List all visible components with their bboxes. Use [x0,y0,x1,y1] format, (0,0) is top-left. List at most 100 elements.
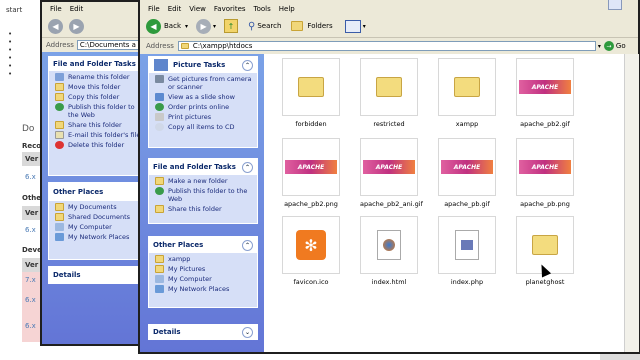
file-thumbnail[interactable]: APACHE [516,58,574,116]
back-address-input[interactable]: C:\Documents a [76,40,141,50]
task-share-folder[interactable]: Share this folder [155,205,257,213]
details-header[interactable]: Details ⌄ [149,325,257,339]
place-xampp[interactable]: xampp [155,255,257,263]
file-name-label: favicon.ico [293,278,329,286]
back-dropdown-icon[interactable]: ▾ [185,23,188,30]
back-other-places-header[interactable]: Other Places [49,183,147,201]
back-details-header[interactable]: Details [49,267,147,283]
file-item[interactable]: APACHE apache_pb2_ani.gif [360,138,423,208]
collapse-chevron-icon[interactable]: ⌃ [242,59,253,71]
back-explorer-window[interactable]: File Edit ◀ ▶ Address C:\Documents a Fil… [40,0,154,346]
task-publish-web[interactable]: Publish this folder to the Web [55,103,147,119]
task-label: Publish this folder to the Web [168,187,248,203]
other-places-header[interactable]: Other Places ⌃ [149,237,257,253]
folders-icon[interactable] [291,21,304,31]
file-item[interactable]: index.html [360,216,418,286]
back-arrow-icon[interactable]: ◀ [48,18,63,34]
task-publish-folder[interactable]: Publish this folder to the Web [155,187,257,203]
task-get-pictures[interactable]: Get pictures from camera or scanner [155,75,257,91]
back-other-places-title: Other Places [53,188,104,196]
bg-version-link-2[interactable]: 6.x [25,226,36,234]
file-thumbnail[interactable]: APACHE [438,138,496,196]
place-my-network[interactable]: My Network Places [55,233,147,241]
share-folder-icon [55,121,64,129]
collapse-chevron-icon[interactable]: ⌃ [242,239,253,251]
bg-version-link-4[interactable]: 6.x [25,296,36,304]
place-my-documents[interactable]: My Documents [55,203,147,211]
file-item[interactable]: restricted [360,58,418,128]
file-thumbnail[interactable] [360,58,418,116]
file-thumbnail[interactable]: ✻ [282,216,340,274]
go-button-label[interactable]: Go [616,42,626,50]
file-item[interactable]: APACHE apache_pb.png [516,138,574,208]
back-panel-header[interactable]: File and Folder Tasks [49,57,147,71]
up-folder-icon[interactable]: ↑ [224,19,239,33]
bg-version-link-5[interactable]: 6.x [25,322,36,330]
cd-icon [155,123,164,131]
task-email-files[interactable]: E-mail this folder's files [55,131,147,139]
back-button-icon[interactable]: ◀ [146,18,161,34]
file-item[interactable]: xampp [438,58,496,128]
menu-help[interactable]: Help [279,5,295,13]
file-item[interactable]: index.php [438,216,496,286]
task-copy-to-cd[interactable]: Copy all items to CD [155,123,257,131]
file-thumbnail[interactable] [360,216,418,274]
task-delete-folder[interactable]: Delete this folder [55,141,147,149]
menu-edit[interactable]: Edit [168,5,182,13]
picture-tasks-header[interactable]: Picture Tasks ⌃ [149,57,257,73]
vertical-scrollbar[interactable] [624,54,639,352]
address-input[interactable]: C:\xampp\htdocs [177,41,596,51]
views-dropdown-icon[interactable]: ▾ [363,23,366,30]
file-thumbnail[interactable] [438,58,496,116]
go-arrow-icon[interactable]: → [603,41,614,51]
bg-version-link[interactable]: 6.x [25,173,36,181]
place-my-computer[interactable]: My Computer [55,223,147,231]
back-details-title: Details [53,271,81,279]
expand-chevron-icon[interactable]: ⌄ [242,326,253,338]
place-my-network[interactable]: My Network Places [155,285,257,293]
views-icon[interactable] [344,19,361,33]
file-thumbnail[interactable]: APACHE [282,138,340,196]
file-item[interactable]: ✻ favicon.ico [282,216,340,286]
xampp-logo-icon: ✻ [296,230,326,260]
back-menu-edit[interactable]: Edit [70,5,84,13]
back-button-label[interactable]: Back [164,22,181,30]
file-name-label: apache_pb.png [520,200,570,208]
search-button-label[interactable]: Search [257,22,281,30]
file-folder-tasks-header[interactable]: File and Folder Tasks ⌃ [149,159,257,175]
task-copy-folder[interactable]: Copy this folder [55,93,147,101]
menu-favorites[interactable]: Favorites [214,5,246,13]
explorer-window[interactable]: File Edit View Favorites Tools Help ◀ Ba… [138,0,640,354]
file-item[interactable]: APACHE apache_pb2.gif [516,58,574,128]
file-thumbnail[interactable]: APACHE [360,138,418,196]
task-rename-folder[interactable]: Rename this folder [55,73,147,81]
task-move-folder[interactable]: Move this folder [55,83,147,91]
menu-file[interactable]: File [148,5,160,13]
place-my-pictures[interactable]: My Pictures [155,265,257,273]
task-print-pictures[interactable]: Print pictures [155,113,257,121]
forward-arrow-icon[interactable]: ▶ [69,18,84,34]
forward-button-icon[interactable]: ▶ [196,18,212,34]
file-item[interactable]: forbidden [282,58,340,128]
menu-view[interactable]: View [189,5,206,13]
back-menu-file[interactable]: File [50,5,62,13]
place-shared-documents[interactable]: Shared Documents [55,213,147,221]
task-share-folder[interactable]: Share this folder [55,121,147,129]
bg-version-link-3[interactable]: 7.x [25,276,36,284]
menu-tools[interactable]: Tools [254,5,271,13]
place-my-computer[interactable]: My Computer [155,275,257,283]
file-thumbnail[interactable]: APACHE [516,138,574,196]
search-icon[interactable]: ⚲ [248,21,255,32]
task-slide-show[interactable]: View as a slide show [155,93,257,101]
address-dropdown-icon[interactable]: ▾ [598,43,601,50]
task-make-new-folder[interactable]: Make a new folder [155,177,257,185]
folders-button-label[interactable]: Folders [307,22,332,30]
file-thumbnail[interactable] [282,58,340,116]
forward-dropdown-icon[interactable]: ▾ [213,23,216,30]
file-item[interactable]: APACHE apache_pb.gif [438,138,496,208]
collapse-chevron-icon[interactable]: ⌃ [242,161,253,173]
task-order-prints[interactable]: Order prints online [155,103,257,111]
file-item[interactable]: APACHE apache_pb2.png [282,138,340,208]
picture-tasks-panel: Picture Tasks ⌃ Get pictures from camera… [148,56,258,148]
file-thumbnail[interactable] [438,216,496,274]
